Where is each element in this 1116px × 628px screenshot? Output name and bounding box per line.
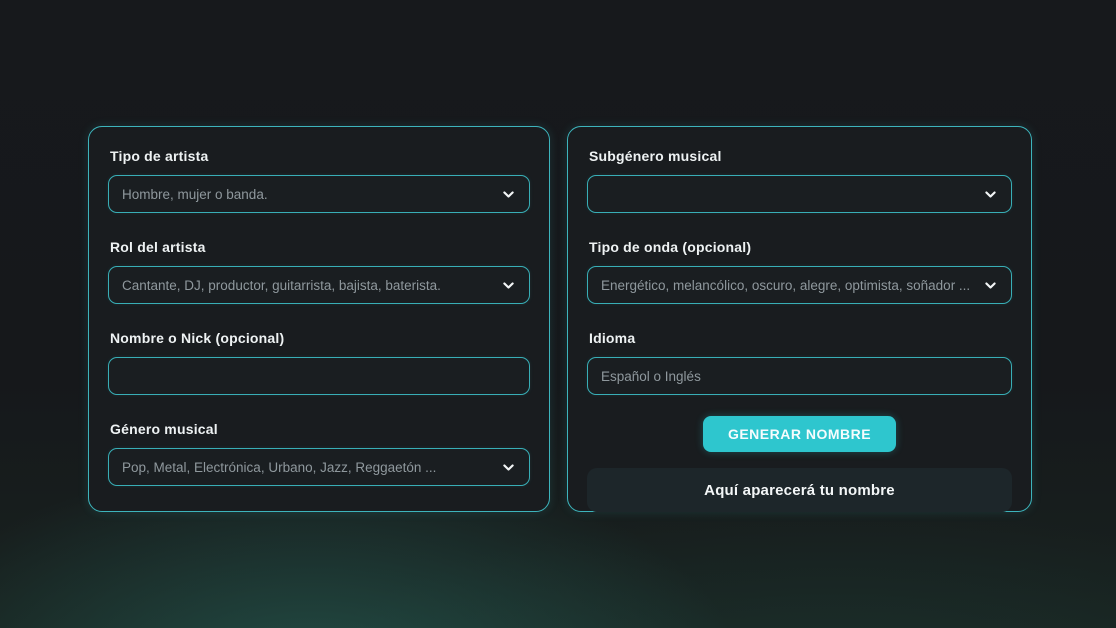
- field-group-tipo-de-artista: Tipo de artista Hombre, mujer o banda.: [108, 148, 530, 213]
- nombre-o-nick-label: Nombre o Nick (opcional): [110, 330, 530, 346]
- chevron-down-icon: [983, 278, 998, 293]
- field-group-idioma: Idioma: [587, 330, 1012, 395]
- field-group-nombre-o-nick: Nombre o Nick (opcional): [108, 330, 530, 395]
- tipo-de-onda-placeholder: Energético, melancólico, oscuro, alegre,…: [601, 278, 975, 293]
- rol-del-artista-placeholder: Cantante, DJ, productor, guitarrista, ba…: [122, 278, 493, 293]
- idioma-input-wrap: [587, 357, 1012, 395]
- tipo-de-artista-label: Tipo de artista: [110, 148, 530, 164]
- subgenero-musical-select[interactable]: [587, 175, 1012, 213]
- tipo-de-onda-select[interactable]: Energético, melancólico, oscuro, alegre,…: [587, 266, 1012, 304]
- generate-name-button[interactable]: GENERAR NOMBRE: [703, 416, 896, 452]
- artist-form-panel-left: Tipo de artista Hombre, mujer o banda. R…: [88, 126, 550, 512]
- nombre-o-nick-input-wrap: [108, 357, 530, 395]
- field-group-genero-musical: Género musical Pop, Metal, Electrónica, …: [108, 421, 530, 486]
- field-group-tipo-de-onda: Tipo de onda (opcional) Energético, mela…: [587, 239, 1012, 304]
- generated-name-result: Aquí aparecerá tu nombre: [587, 468, 1012, 512]
- chevron-down-icon: [501, 187, 516, 202]
- nombre-o-nick-input[interactable]: [122, 369, 516, 384]
- chevron-down-icon: [501, 460, 516, 475]
- rol-del-artista-label: Rol del artista: [110, 239, 530, 255]
- chevron-down-icon: [983, 187, 998, 202]
- subgenero-musical-label: Subgénero musical: [589, 148, 1012, 164]
- field-group-subgenero-musical: Subgénero musical: [587, 148, 1012, 213]
- chevron-down-icon: [501, 278, 516, 293]
- genero-musical-label: Género musical: [110, 421, 530, 437]
- genero-musical-select[interactable]: Pop, Metal, Electrónica, Urbano, Jazz, R…: [108, 448, 530, 486]
- tipo-de-onda-label: Tipo de onda (opcional): [589, 239, 1012, 255]
- rol-del-artista-select[interactable]: Cantante, DJ, productor, guitarrista, ba…: [108, 266, 530, 304]
- tipo-de-artista-placeholder: Hombre, mujer o banda.: [122, 187, 493, 202]
- artist-form-panel-right: Subgénero musical Tipo de onda (opcional…: [567, 126, 1032, 512]
- field-group-rol-del-artista: Rol del artista Cantante, DJ, productor,…: [108, 239, 530, 304]
- genero-musical-placeholder: Pop, Metal, Electrónica, Urbano, Jazz, R…: [122, 460, 493, 475]
- tipo-de-artista-select[interactable]: Hombre, mujer o banda.: [108, 175, 530, 213]
- idioma-input[interactable]: [601, 369, 998, 384]
- idioma-label: Idioma: [589, 330, 1012, 346]
